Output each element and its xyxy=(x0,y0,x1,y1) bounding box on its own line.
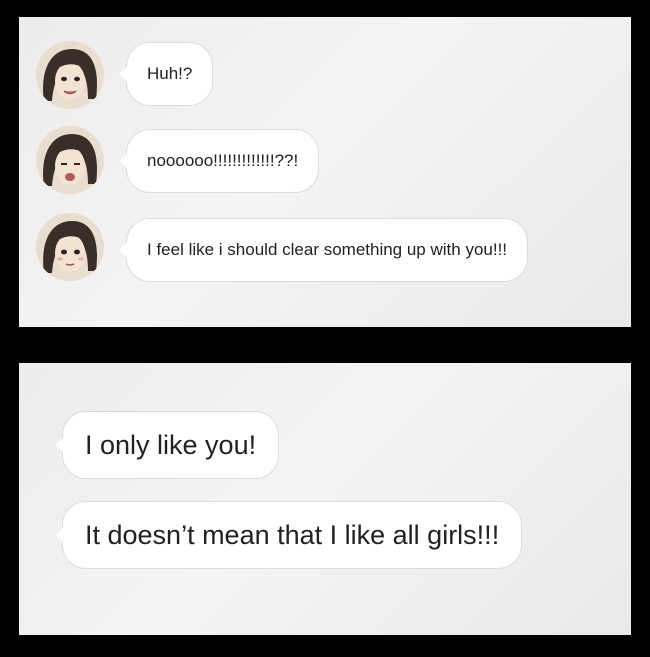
message-text: I feel like i should clear something up … xyxy=(147,240,508,259)
message-bubble: noooooo!!!!!!!!!!!!!??! xyxy=(118,129,320,193)
message-bubble: It doesn’t mean that I like all girls!!! xyxy=(54,501,523,569)
girl-avatar-icon xyxy=(36,126,104,194)
message-text: It doesn’t mean that I like all girls!!! xyxy=(85,519,500,550)
girl-avatar-icon xyxy=(36,41,104,109)
girl-avatar-icon xyxy=(36,213,104,281)
message-bubble: I only like you! xyxy=(54,411,280,479)
chat-panel-top: Huh!? noooooo!!!!!!!!!!!!!??! I feel lik… xyxy=(19,17,631,327)
chat-panel-bottom: I only like you! It doesn’t mean that I … xyxy=(19,363,631,635)
message-text: I only like you! xyxy=(85,429,257,460)
message-bubble: I feel like i should clear something up … xyxy=(118,218,529,282)
message-text: Huh!? xyxy=(147,64,193,83)
message-bubble: Huh!? xyxy=(118,42,214,106)
message-text: noooooo!!!!!!!!!!!!!??! xyxy=(147,151,299,170)
